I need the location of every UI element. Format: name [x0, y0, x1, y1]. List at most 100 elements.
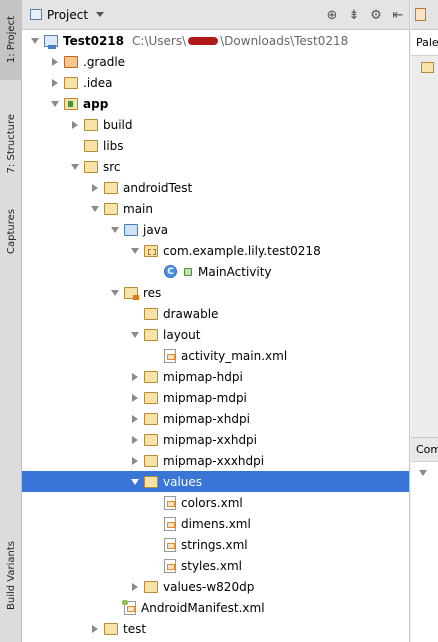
expand-right-icon[interactable] [68, 118, 82, 132]
tree-row-gradle[interactable]: .gradle [22, 51, 409, 72]
tree-row-idea[interactable]: .idea [22, 72, 409, 93]
tab-build-variants-label: Build Variants [5, 540, 17, 610]
expand-right-icon[interactable] [128, 433, 142, 447]
hide-icon[interactable]: ⇤ [387, 4, 409, 26]
manifest-icon [122, 599, 136, 615]
expand-right-icon[interactable] [128, 391, 142, 405]
xml-file-icon [164, 558, 176, 573]
tree-row-res[interactable]: res [22, 282, 409, 303]
folder-icon [144, 475, 158, 488]
tree-item-label: res [143, 285, 162, 300]
tab-structure[interactable]: 7: Structure [0, 108, 22, 180]
expand-right-icon[interactable] [128, 412, 142, 426]
tree-item-label: dimens.xml [181, 516, 251, 531]
tree-row-mipmap-xxxhdpi[interactable]: mipmap-xxxhdpi [22, 450, 409, 471]
tree-row-test[interactable]: test [22, 618, 409, 639]
path-suffix: \Downloads\Test0218 [220, 33, 349, 48]
tree-row-libs[interactable]: libs [22, 135, 409, 156]
folder-icon [144, 580, 158, 593]
tree-row-java[interactable]: java [22, 219, 409, 240]
folder-icon[interactable] [421, 62, 434, 73]
tree-row-main[interactable]: main [22, 198, 409, 219]
tree-row-androidtest[interactable]: androidTest [22, 177, 409, 198]
tree-row-colors-xml[interactable]: colors.xml [22, 492, 409, 513]
tree-item-label: mipmap-xxxhdpi [163, 453, 265, 468]
expand-down-icon[interactable] [48, 97, 62, 111]
tree-item-label: Test0218 [63, 33, 125, 48]
chevron-down-icon[interactable] [419, 470, 427, 476]
tab-structure-label: 7: Structure [5, 114, 17, 174]
tree-item-label: libs [103, 138, 124, 153]
tree-item-label: build [103, 117, 133, 132]
expand-right-icon[interactable] [128, 580, 142, 594]
collapse-icon[interactable]: ⇟ [343, 4, 365, 26]
tab-captures[interactable]: Captures [0, 198, 22, 264]
expand-right-icon[interactable] [128, 454, 142, 468]
palette-header[interactable]: Pale [411, 30, 438, 56]
tree-row-dimens-xml[interactable]: dimens.xml [22, 513, 409, 534]
expand-right-icon[interactable] [88, 622, 102, 636]
tree-row-com-example-lily-test0218[interactable]: com.example.lily.test0218 [22, 240, 409, 261]
expand-down-icon[interactable] [88, 202, 102, 216]
tree-row-mipmap-xhdpi[interactable]: mipmap-xhdpi [22, 408, 409, 429]
xml-file-icon[interactable] [415, 8, 426, 21]
folder-icon [144, 454, 158, 467]
expand-down-icon[interactable] [68, 160, 82, 174]
tree-item-label: com.example.lily.test0218 [163, 243, 321, 258]
tree-row-mipmap-xxhdpi[interactable]: mipmap-xxhdpi [22, 429, 409, 450]
tree-item-label: values [163, 474, 203, 489]
tree-row-layout[interactable]: layout [22, 324, 409, 345]
tree-item-label: main [123, 201, 153, 216]
tab-captures-label: Captures [5, 208, 17, 254]
tree-row-styles-xml[interactable]: styles.xml [22, 555, 409, 576]
tree-row-build[interactable]: build [22, 114, 409, 135]
tree-row-test0218[interactable]: Test0218 C:\Users\ \Downloads\Test0218 [22, 30, 409, 51]
left-tool-strip: 1: Project 7: Structure Captures Build V… [0, 0, 22, 642]
tree-row-strings-xml[interactable]: strings.xml [22, 534, 409, 555]
expand-down-icon[interactable] [128, 328, 142, 342]
tree-row-values[interactable]: values [22, 471, 409, 492]
expand-down-icon[interactable] [128, 244, 142, 258]
tree-item-label: values-w820dp [163, 579, 255, 594]
expand-down-icon[interactable] [108, 223, 122, 237]
expand-right-icon[interactable] [128, 370, 142, 384]
tree-row-mainactivity[interactable]: C MainActivity [22, 261, 409, 282]
tree-row-mipmap-hdpi[interactable]: mipmap-hdpi [22, 366, 409, 387]
xml-file-icon [164, 537, 176, 552]
expand-down-icon[interactable] [108, 286, 122, 300]
expand-right-icon[interactable] [48, 76, 62, 90]
folder-icon [144, 244, 158, 257]
target-icon[interactable]: ⊕ [321, 4, 343, 26]
expand-right-icon[interactable] [48, 55, 62, 69]
tree-row-activity-main-xml[interactable]: activity_main.xml [22, 345, 409, 366]
gear-icon[interactable]: ⚙ [365, 4, 387, 26]
class-icon: C [164, 265, 177, 278]
tree-row-androidmanifest-xml[interactable]: AndroidManifest.xml [22, 597, 409, 618]
project-view-selector[interactable]: Project [22, 0, 105, 29]
tab-build-variants[interactable]: Build Variants [0, 530, 22, 620]
tree-row-src[interactable]: src [22, 156, 409, 177]
redaction-mark [188, 37, 219, 45]
tree-item-label: androidTest [123, 180, 193, 195]
folder-icon [84, 118, 98, 131]
expand-down-icon[interactable] [28, 34, 42, 48]
expand-right-icon[interactable] [88, 181, 102, 195]
expand-down-icon[interactable] [128, 475, 142, 489]
tree-item-label: java [143, 222, 169, 237]
tab-project[interactable]: 1: Project [0, 0, 22, 80]
tree-item-label: .idea [83, 75, 113, 90]
component-tree-panel: Com [411, 437, 438, 642]
tree-item-label: colors.xml [181, 495, 243, 510]
folder-icon [124, 286, 139, 300]
tree-row-app[interactable]: app [22, 93, 409, 114]
component-tree-header[interactable]: Com [411, 438, 438, 462]
tree-item-label: AndroidManifest.xml [141, 600, 265, 615]
tree-row-values-w820dp[interactable]: values-w820dp [22, 576, 409, 597]
folder-icon [144, 391, 158, 404]
tree-row-mipmap-mdpi[interactable]: mipmap-mdpi [22, 387, 409, 408]
project-icon [30, 9, 42, 20]
tree-row-drawable[interactable]: drawable [22, 303, 409, 324]
